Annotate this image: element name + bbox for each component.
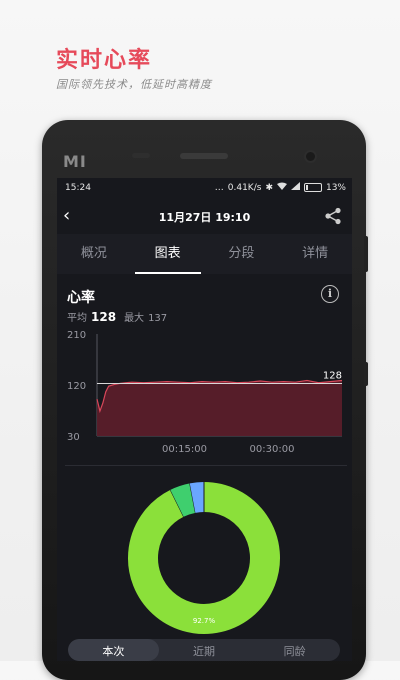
max-value: 137 bbox=[148, 313, 168, 324]
promo-headline: 实时心率 bbox=[56, 48, 153, 73]
donut-slice-label: 92.7% bbox=[193, 617, 216, 625]
x-tick-label: 00:15:00 bbox=[162, 444, 207, 455]
segment-same-age[interactable]: 同龄 bbox=[249, 639, 340, 661]
network-speed: 0.41K/s bbox=[227, 182, 262, 193]
tab-details[interactable]: 详情 bbox=[278, 234, 352, 274]
status-bar: 15:24 … 0.41K/s ✱ 13% bbox=[57, 178, 352, 198]
x-tick-label: 00:30:00 bbox=[250, 444, 295, 455]
section-divider bbox=[65, 465, 347, 466]
avg-label: 平均 bbox=[67, 313, 87, 324]
signal-icon bbox=[290, 182, 300, 193]
donut-slice bbox=[128, 482, 280, 634]
max-label: 最大 bbox=[124, 313, 145, 324]
tab-segments[interactable]: 分段 bbox=[205, 234, 279, 274]
y-tick-label: 210 bbox=[67, 330, 86, 341]
bluetooth-icon: ✱ bbox=[265, 182, 273, 193]
signal-dots-icon: … bbox=[214, 182, 224, 193]
avg-value: 128 bbox=[91, 310, 117, 324]
heart-rate-stats: 平均 128 最大 137 bbox=[67, 309, 167, 324]
promo-subline: 国际领先技术，低延时高精度 bbox=[56, 78, 212, 91]
tab-overview[interactable]: 概况 bbox=[57, 234, 131, 274]
app-bar: ‹ 11月27日 19:10 bbox=[57, 198, 352, 234]
segment-recent[interactable]: 近期 bbox=[159, 639, 250, 661]
compare-segment-control: 本次 近期 同龄 bbox=[68, 639, 340, 661]
tab-bar: 概况 图表 分段 详情 bbox=[57, 234, 352, 274]
page-title: 11月27日 19:10 bbox=[158, 211, 251, 224]
proximity-sensor bbox=[132, 153, 150, 158]
heart-rate-zone-donut: 92.7% bbox=[128, 482, 280, 634]
info-icon[interactable]: i bbox=[321, 285, 339, 303]
device-brand-logo: MI bbox=[63, 152, 87, 171]
volume-button bbox=[364, 236, 368, 272]
y-tick-label: 30 bbox=[67, 432, 80, 443]
tab-chart[interactable]: 图表 bbox=[131, 234, 205, 274]
segment-this-time[interactable]: 本次 bbox=[68, 639, 159, 661]
status-right: … 0.41K/s ✱ 13% bbox=[215, 182, 346, 193]
donut-slice bbox=[189, 482, 205, 513]
battery-icon bbox=[303, 183, 322, 192]
heart-rate-title: 心率 bbox=[67, 290, 95, 306]
average-reference-label: 128 bbox=[323, 370, 342, 381]
heart-rate-chart: 210 120 30 00:15:00 00:30:00 128 bbox=[67, 330, 343, 455]
front-camera-icon bbox=[304, 150, 317, 163]
donut-slice bbox=[170, 483, 196, 517]
power-button bbox=[364, 362, 368, 386]
app-screen: 15:24 … 0.41K/s ✱ 13% ‹ 11月27日 19:10 概况 … bbox=[57, 178, 352, 661]
earpiece bbox=[180, 153, 228, 159]
share-icon[interactable] bbox=[324, 207, 342, 229]
status-time: 15:24 bbox=[65, 183, 91, 193]
battery-percent: 13% bbox=[325, 182, 346, 193]
heart-rate-area bbox=[97, 380, 342, 436]
wifi-icon bbox=[276, 182, 287, 193]
y-tick-label: 120 bbox=[67, 381, 86, 392]
